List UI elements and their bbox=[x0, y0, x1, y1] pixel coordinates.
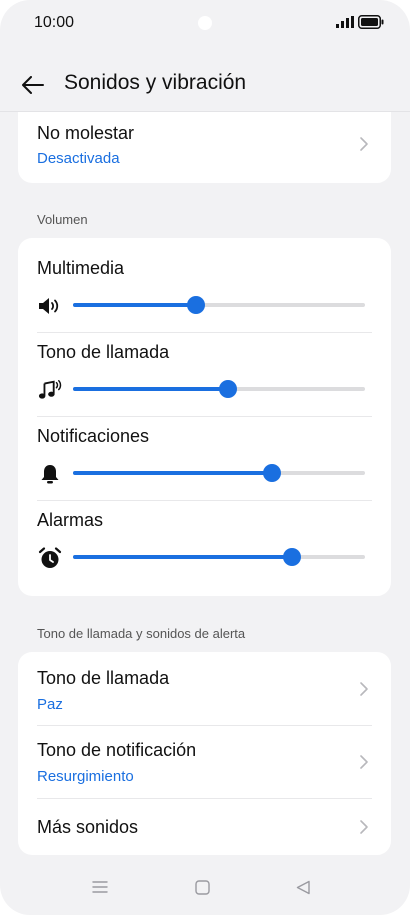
slider-fill bbox=[73, 303, 196, 307]
do-not-disturb-row[interactable]: No molestar Desactivada bbox=[18, 112, 391, 183]
menu-icon[interactable] bbox=[92, 880, 108, 894]
notification-tone-row[interactable]: Tono de notificación Resurgimiento bbox=[18, 726, 391, 798]
chevron-right-icon bbox=[360, 820, 368, 834]
speaker-icon bbox=[38, 294, 62, 318]
volume-slider-notifications[interactable] bbox=[73, 464, 365, 482]
status-bar: 10:00 bbox=[0, 0, 410, 46]
notification-tone-value: Resurgimiento bbox=[37, 768, 134, 785]
alerts-card: Tono de llamada Paz Tono de notificación… bbox=[18, 652, 391, 855]
notification-tone-title: Tono de notificación bbox=[37, 740, 197, 760]
slider-label-ringtone: Tono de llamada bbox=[37, 342, 170, 362]
chevron-right-icon bbox=[360, 755, 368, 769]
chevron-right-icon bbox=[360, 682, 368, 696]
slider-row-notifications: Notificaciones bbox=[18, 406, 391, 500]
do-not-disturb-value: Desactivada bbox=[37, 150, 120, 167]
back-icon[interactable] bbox=[296, 880, 310, 895]
do-not-disturb-title: No molestar bbox=[37, 123, 135, 143]
more-sounds-title: Más sonidos bbox=[37, 817, 139, 837]
phone-screen: 10:00 Sonidos y vibración No molestar De… bbox=[0, 0, 410, 915]
slider-row-alarms: Alarmas bbox=[18, 490, 391, 584]
app-header: Sonidos y vibración bbox=[0, 60, 410, 108]
slider-fill bbox=[73, 555, 292, 559]
back-button[interactable] bbox=[16, 68, 50, 102]
volume-slider-ringtone[interactable] bbox=[73, 380, 365, 398]
slider-label-notifications: Notificaciones bbox=[37, 426, 150, 446]
front-camera bbox=[198, 16, 212, 30]
slider-thumb[interactable] bbox=[283, 548, 301, 566]
slider-thumb[interactable] bbox=[186, 296, 205, 314]
volume-slider-alarms[interactable] bbox=[73, 548, 365, 566]
slider-fill bbox=[73, 471, 272, 475]
page-title: Sonidos y vibración bbox=[64, 71, 247, 94]
ringtone-value: Paz bbox=[37, 696, 63, 713]
system-nav-bar bbox=[0, 862, 410, 915]
status-time: 10:00 bbox=[34, 14, 75, 31]
slider-thumb[interactable] bbox=[262, 464, 281, 482]
alerts-section-label: Tono de llamada y sonidos de alerta bbox=[37, 626, 246, 641]
alarm-clock-icon bbox=[38, 546, 62, 570]
bell-icon bbox=[38, 462, 62, 486]
chevron-right-icon bbox=[360, 137, 368, 151]
back-arrow-icon bbox=[22, 76, 44, 94]
volume-section-label: Volumen bbox=[37, 212, 88, 227]
slider-fill bbox=[73, 387, 228, 391]
volume-slider-multimedia[interactable] bbox=[73, 296, 365, 314]
slider-row-multimedia: Multimedia bbox=[18, 238, 391, 332]
signal-icon bbox=[336, 16, 354, 28]
slider-label-alarms: Alarmas bbox=[37, 510, 104, 530]
home-icon[interactable] bbox=[195, 880, 210, 895]
do-not-disturb-card: No molestar Desactivada bbox=[18, 112, 391, 183]
slider-thumb[interactable] bbox=[218, 380, 237, 398]
slider-label-multimedia: Multimedia bbox=[37, 258, 125, 278]
volume-card: Multimedia Tono de llamada Notificacione… bbox=[18, 238, 391, 596]
ringtone-row[interactable]: Tono de llamada Paz bbox=[18, 652, 391, 725]
more-sounds-row[interactable]: Más sonidos bbox=[18, 799, 391, 855]
ringtone-icon bbox=[38, 378, 62, 402]
ringtone-title: Tono de llamada bbox=[37, 668, 170, 688]
slider-row-ringtone: Tono de llamada bbox=[18, 322, 391, 416]
battery-icon bbox=[358, 15, 384, 29]
